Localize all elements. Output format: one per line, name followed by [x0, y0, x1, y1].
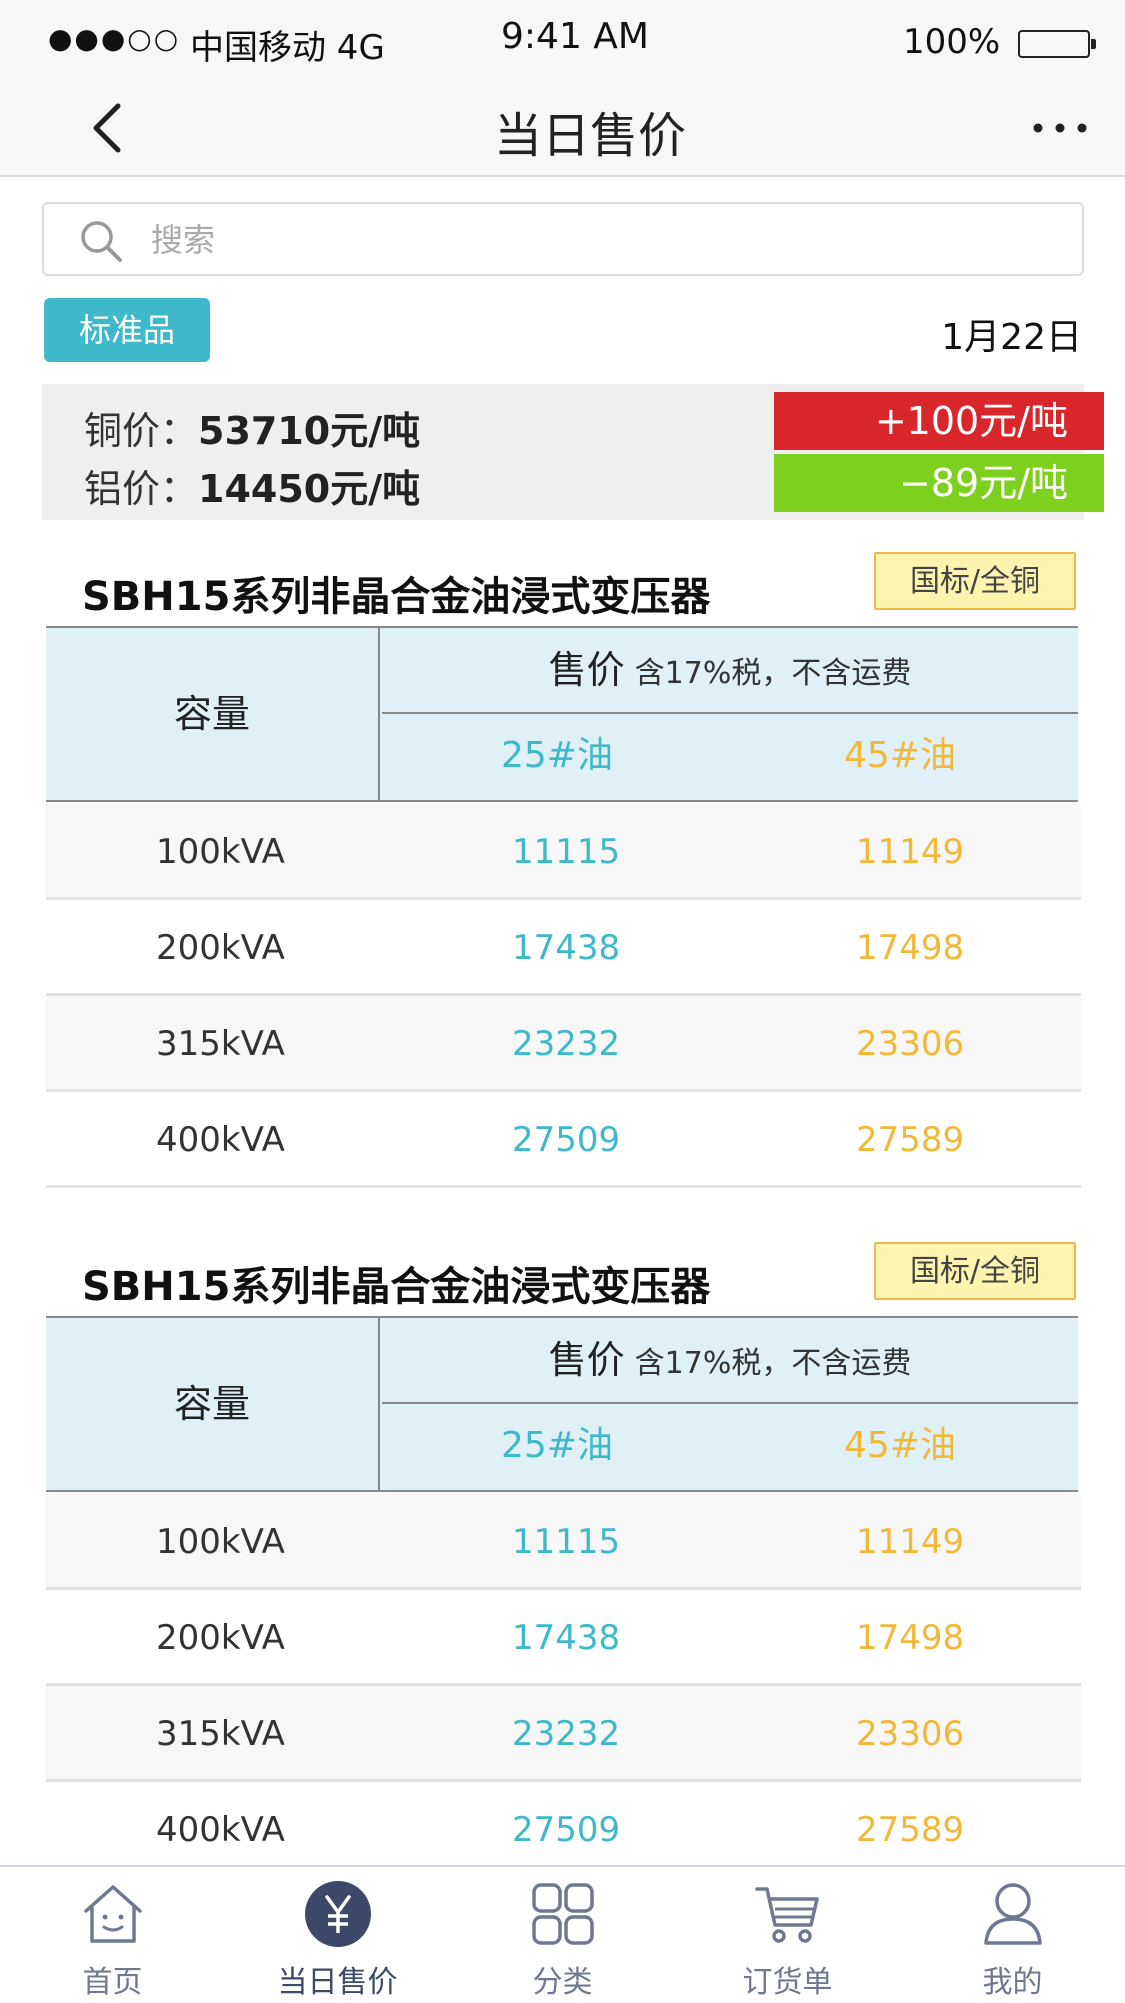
tab-order-list[interactable]: 订货单 — [675, 1867, 900, 2003]
category-tag-standard[interactable]: 标准品 — [44, 298, 210, 362]
tab-order-list-label: 订货单 — [742, 1965, 833, 2000]
product-title: SBH15系列非晶合金油浸式变压器 — [82, 1264, 711, 1310]
capacity-cell: 100kVA — [156, 1522, 285, 1562]
copper-price-value: 53710元/吨 — [198, 409, 421, 453]
capacity-cell: 315kVA — [156, 1714, 285, 1754]
price-table-body: 100kVA 11115 11149 200kVA 17438 17498 31… — [46, 1494, 1081, 1878]
price-date: 1月22日 — [941, 317, 1082, 358]
capacity-cell: 400kVA — [156, 1120, 285, 1160]
oil-25-column-header: 25#油 — [501, 735, 613, 776]
price-column-header: 售价 含17%税，不含运费 — [382, 1318, 1078, 1404]
capacity-cell: 400kVA — [156, 1810, 285, 1850]
price-45-cell: 23306 — [856, 1714, 965, 1754]
table-row[interactable]: 400kVA 27509 27589 — [46, 1782, 1081, 1878]
tab-daily-price[interactable]: 当日售价 — [225, 1867, 450, 2003]
page-title: 当日售价 — [493, 108, 686, 164]
grid-icon — [532, 1883, 594, 1945]
table-row[interactable]: 315kVA 23232 23306 — [46, 996, 1081, 1092]
metal-price-panel: 铜价：53710元/吨 铝价：14450元/吨 +100元/吨 −89元/吨 — [42, 384, 1104, 520]
aluminum-price-change-badge: −89元/吨 — [774, 454, 1104, 512]
capacity-cell: 100kVA — [156, 832, 285, 872]
capacity-cell: 200kVA — [156, 928, 285, 968]
oil-45-column-header: 45#油 — [844, 735, 956, 776]
tab-category[interactable]: 分类 — [450, 1867, 675, 2003]
tab-profile[interactable]: 我的 — [900, 1867, 1125, 2003]
table-row[interactable]: 400kVA 27509 27589 — [46, 1092, 1081, 1188]
product-title: SBH15系列非晶合金油浸式变压器 — [82, 574, 711, 620]
capacity-column-header: 容量 — [46, 1318, 380, 1490]
price-25-cell: 23232 — [512, 1024, 621, 1064]
price-45-cell: 27589 — [856, 1810, 965, 1850]
home-icon — [84, 1885, 142, 1943]
table-row[interactable]: 315kVA 23232 23306 — [46, 1686, 1081, 1782]
price-45-cell: 27589 — [856, 1120, 965, 1160]
copper-price-label: 铜价： — [84, 409, 199, 453]
price-header-note: 含17%税，不含运费 — [634, 1346, 912, 1381]
battery-percent: 100% — [903, 22, 1001, 62]
nav-bar: 当日售价 — [0, 80, 1125, 177]
yuan-icon — [305, 1881, 371, 1947]
capacity-cell: 200kVA — [156, 1618, 285, 1658]
price-column-header: 售价 含17%税，不含运费 — [382, 628, 1078, 714]
price-25-cell: 11115 — [512, 1522, 621, 1562]
price-25-cell: 23232 — [512, 1714, 621, 1754]
price-header-label: 售价 — [548, 1338, 625, 1382]
oil-25-column-header: 25#油 — [501, 1425, 613, 1466]
tab-category-label: 分类 — [532, 1965, 593, 2000]
aluminum-price-label: 铝价： — [84, 467, 199, 511]
price-25-cell: 17438 — [512, 928, 621, 968]
table-row[interactable]: 100kVA 11115 11149 — [46, 1494, 1081, 1590]
cart-icon — [755, 1887, 819, 1943]
price-25-cell: 27509 — [512, 1810, 621, 1850]
aluminum-price-value: 14450元/吨 — [198, 467, 421, 511]
price-45-cell: 11149 — [856, 1522, 965, 1562]
capacity-cell: 315kVA — [156, 1024, 285, 1064]
aluminum-price-row: 铝价：14450元/吨 — [84, 458, 420, 513]
copper-price-change-badge: +100元/吨 — [774, 392, 1104, 450]
price-45-cell: 23306 — [856, 1024, 965, 1064]
price-table-body: 100kVA 11115 11149 200kVA 17438 17498 31… — [46, 804, 1081, 1188]
copper-price-row: 铜价：53710元/吨 — [84, 400, 420, 455]
price-25-cell: 27509 — [512, 1120, 621, 1160]
price-header-note: 含17%税，不含运费 — [634, 656, 912, 691]
standard-badge: 国标/全铜 — [874, 552, 1076, 610]
tab-home-label: 首页 — [82, 1965, 143, 2000]
price-25-cell: 11115 — [512, 832, 621, 872]
price-header-label: 售价 — [548, 648, 625, 692]
oil-45-column-header: 45#油 — [844, 1425, 956, 1466]
price-45-cell: 17498 — [856, 928, 965, 968]
tab-daily-price-label: 当日售价 — [277, 1965, 398, 2000]
bottom-tab-bar: 首页 当日售价 分类 订货单 我的 — [0, 1865, 1125, 2003]
price-table-header: 容量 售价 含17%税，不含运费 25#油 45#油 — [46, 1316, 1078, 1492]
tab-profile-label: 我的 — [982, 1965, 1043, 2000]
more-options-icon[interactable] — [1030, 110, 1090, 140]
table-row[interactable]: 100kVA 11115 11149 — [46, 804, 1081, 900]
user-icon — [984, 1883, 1042, 1945]
price-45-cell: 17498 — [856, 1618, 965, 1658]
search-bar — [42, 202, 1084, 276]
table-row[interactable]: 200kVA 17438 17498 — [46, 900, 1081, 996]
search-icon — [81, 221, 122, 262]
price-45-cell: 11149 — [856, 832, 965, 872]
price-25-cell: 17438 — [512, 1618, 621, 1658]
search-input[interactable] — [149, 212, 1053, 268]
table-row[interactable]: 200kVA 17438 17498 — [46, 1590, 1081, 1686]
tab-home[interactable]: 首页 — [0, 1867, 225, 2003]
price-table-header: 容量 售价 含17%税，不含运费 25#油 45#油 — [46, 626, 1078, 802]
status-bar: ●●●○○ 中国移动 4G 9:41 AM 100% — [0, 0, 1125, 80]
capacity-column-header: 容量 — [46, 628, 380, 800]
standard-badge: 国标/全铜 — [874, 1242, 1076, 1300]
battery-icon — [1018, 30, 1096, 58]
